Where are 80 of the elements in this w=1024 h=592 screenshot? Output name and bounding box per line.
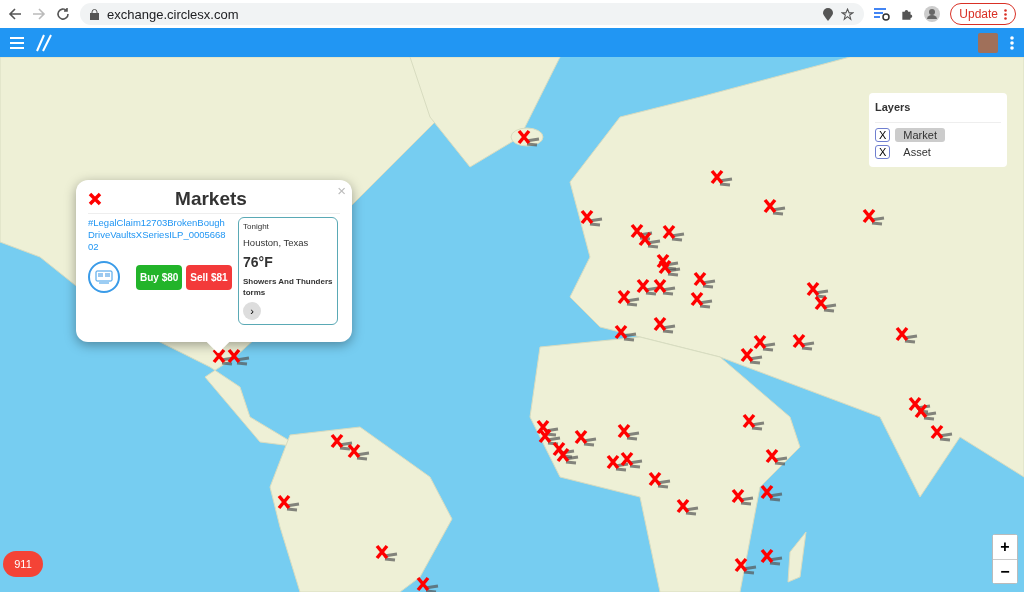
x-marker-icon[interactable] xyxy=(330,433,354,451)
layer-item[interactable]: Asset xyxy=(895,145,939,159)
x-marker-icon[interactable] xyxy=(693,271,717,289)
layer-item[interactable]: Market xyxy=(895,128,945,142)
x-marker-icon[interactable] xyxy=(914,403,938,421)
lock-icon xyxy=(90,8,99,20)
x-marker-icon[interactable] xyxy=(617,423,641,441)
x-marker-icon[interactable] xyxy=(347,443,371,461)
x-marker-icon[interactable] xyxy=(212,348,236,366)
weather-location: Houston, Texas xyxy=(243,237,310,248)
x-marker-icon[interactable] xyxy=(617,289,641,307)
x-marker-icon[interactable] xyxy=(536,419,560,437)
puzzle-icon[interactable] xyxy=(900,7,915,21)
star-icon[interactable] xyxy=(841,7,855,21)
x-marker-icon[interactable] xyxy=(676,498,700,516)
x-marker-icon[interactable] xyxy=(227,348,251,366)
location-pin-icon[interactable] xyxy=(823,7,834,21)
x-marker-icon[interactable] xyxy=(638,231,662,249)
x-marker-icon[interactable] xyxy=(517,129,541,147)
x-marker-icon[interactable] xyxy=(740,347,764,365)
x-marker-icon[interactable] xyxy=(416,576,440,592)
x-marker-icon[interactable] xyxy=(606,454,630,472)
layer-toggle[interactable]: X xyxy=(875,145,891,159)
x-marker-icon[interactable] xyxy=(765,448,789,466)
extension-icon[interactable] xyxy=(874,7,891,21)
x-marker-icon[interactable] xyxy=(662,224,686,242)
x-marker-icon[interactable] xyxy=(556,447,580,465)
x-marker-icon[interactable] xyxy=(614,324,638,342)
x-marker-icon[interactable] xyxy=(630,223,654,241)
x-marker-icon[interactable] xyxy=(620,451,644,469)
update-button[interactable]: Update xyxy=(950,3,1016,25)
asset-icon[interactable] xyxy=(88,261,120,293)
back-icon[interactable] xyxy=(8,7,22,21)
x-marker-icon[interactable] xyxy=(648,471,672,489)
x-marker-icon[interactable] xyxy=(753,334,777,352)
x-marker-icon[interactable] xyxy=(656,253,680,271)
zoom-out-button[interactable]: − xyxy=(993,559,1017,583)
x-marker-icon[interactable] xyxy=(653,316,677,334)
layer-toggle[interactable]: X xyxy=(875,128,891,142)
weather-period: Tonight xyxy=(243,222,270,231)
x-marker-icon[interactable] xyxy=(731,488,755,506)
x-marker-icon[interactable] xyxy=(277,494,301,512)
kebab-menu-icon[interactable] xyxy=(1010,35,1014,50)
x-marker-icon[interactable] xyxy=(763,198,787,216)
profile-icon[interactable] xyxy=(924,6,941,22)
x-marker-icon[interactable] xyxy=(710,169,734,187)
reload-icon[interactable] xyxy=(56,7,70,21)
x-marker-icon[interactable] xyxy=(908,396,932,414)
weather-temperature: 76°F xyxy=(243,254,274,270)
url-text: exchange.circlesx.com xyxy=(107,6,240,22)
forward-icon[interactable] xyxy=(32,7,46,21)
weather-forecast: Showers And Thunderstorms xyxy=(243,276,333,298)
layers-title: Layers xyxy=(875,101,1001,123)
x-marker-icon[interactable] xyxy=(814,295,838,313)
x-marker-icon[interactable] xyxy=(734,557,758,575)
kebab-icon xyxy=(1004,8,1007,20)
x-marker-icon[interactable] xyxy=(552,441,576,459)
x-marker-icon[interactable] xyxy=(930,424,954,442)
x-marker-icon[interactable] xyxy=(690,291,714,309)
popup-title: Markets xyxy=(174,188,248,210)
x-marker-icon[interactable] xyxy=(862,208,886,226)
x-marker-icon[interactable] xyxy=(742,413,766,431)
x-marker-icon[interactable] xyxy=(760,484,784,502)
x-marker-icon[interactable] xyxy=(792,333,816,351)
x-marker-icon[interactable] xyxy=(375,544,399,562)
address-bar[interactable]: exchange.circlesx.com xyxy=(80,3,865,25)
x-marker-icon xyxy=(88,192,102,206)
x-marker-icon[interactable] xyxy=(760,548,784,566)
x-marker-icon[interactable] xyxy=(653,278,677,296)
logo-icon[interactable] xyxy=(36,33,52,52)
x-marker-icon[interactable] xyxy=(580,209,604,227)
sell-button[interactable]: Sell $81 xyxy=(186,264,232,290)
x-marker-icon[interactable] xyxy=(806,281,830,299)
x-marker-icon[interactable] xyxy=(538,428,562,446)
emergency-button[interactable]: 911 xyxy=(3,551,43,577)
x-marker-icon[interactable] xyxy=(658,259,682,277)
x-marker-icon[interactable] xyxy=(574,429,598,447)
x-marker-icon[interactable] xyxy=(895,326,919,344)
next-button[interactable]: › xyxy=(243,302,261,320)
menu-icon[interactable] xyxy=(10,36,24,49)
